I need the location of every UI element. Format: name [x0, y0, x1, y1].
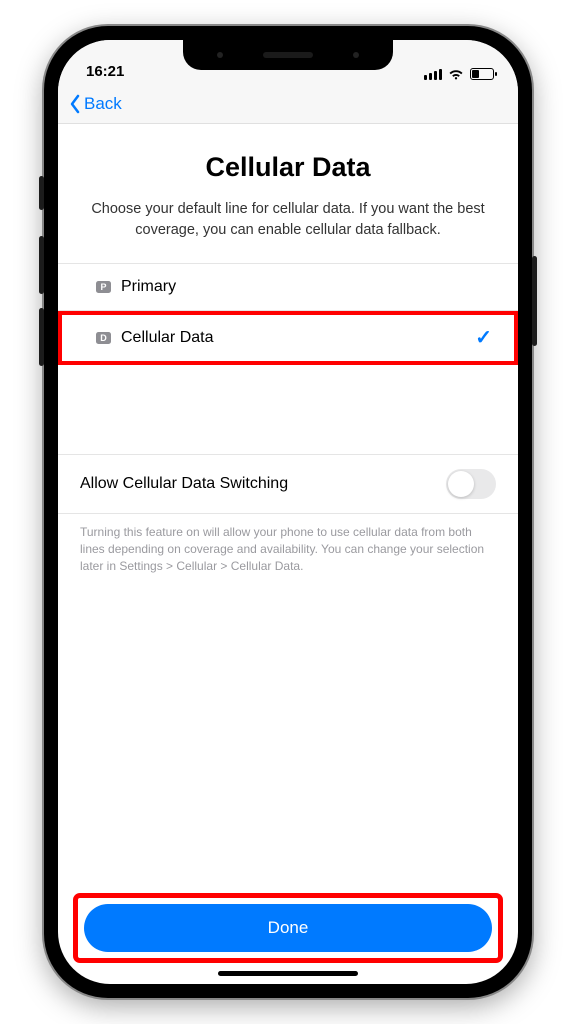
page-title: Cellular Data: [88, 152, 488, 183]
done-highlight: Done: [78, 898, 498, 958]
done-label: Done: [268, 918, 309, 938]
home-indicator[interactable]: [218, 971, 358, 976]
sim-badge-primary-icon: P: [96, 281, 111, 293]
toggle-knob: [448, 471, 474, 497]
header-block: Cellular Data Choose your default line f…: [58, 124, 518, 263]
back-button[interactable]: Back: [68, 94, 122, 114]
screen: 16:21 Back Cellular Data Choose your def…: [58, 40, 518, 984]
phone-frame: 16:21 Back Cellular Data Choose your def…: [44, 26, 532, 998]
done-button[interactable]: Done: [84, 904, 492, 952]
power-button: [532, 256, 537, 346]
battery-icon: [470, 68, 494, 80]
chevron-left-icon: [68, 94, 82, 114]
page-subtitle: Choose your default line for cellular da…: [88, 199, 488, 241]
line-label: Primary: [121, 278, 492, 296]
footer-note: Turning this feature on will allow your …: [58, 514, 518, 584]
back-label: Back: [84, 94, 122, 114]
content: Cellular Data Choose your default line f…: [58, 124, 518, 984]
status-time: 16:21: [86, 63, 124, 80]
line-label: Cellular Data: [121, 329, 475, 347]
sim-badge-data-icon: D: [96, 332, 111, 344]
line-option-cellular-data[interactable]: D Cellular Data ✓: [58, 311, 518, 365]
mute-switch: [39, 176, 44, 210]
wifi-icon: [448, 68, 464, 80]
list-spacer: [58, 365, 518, 455]
switch-label: Allow Cellular Data Switching: [80, 475, 288, 493]
line-list: P Primary D Cellular Data ✓ Allow Cellul…: [58, 263, 518, 584]
cellular-signal-icon: [424, 69, 442, 80]
checkmark-icon: ✓: [475, 325, 492, 350]
nav-bar: Back: [58, 84, 518, 124]
volume-up-button: [39, 236, 44, 294]
allow-switching-row: Allow Cellular Data Switching: [58, 455, 518, 514]
volume-down-button: [39, 308, 44, 366]
line-option-primary[interactable]: P Primary: [58, 264, 518, 311]
notch: [183, 40, 393, 70]
allow-switching-toggle[interactable]: [446, 469, 496, 499]
